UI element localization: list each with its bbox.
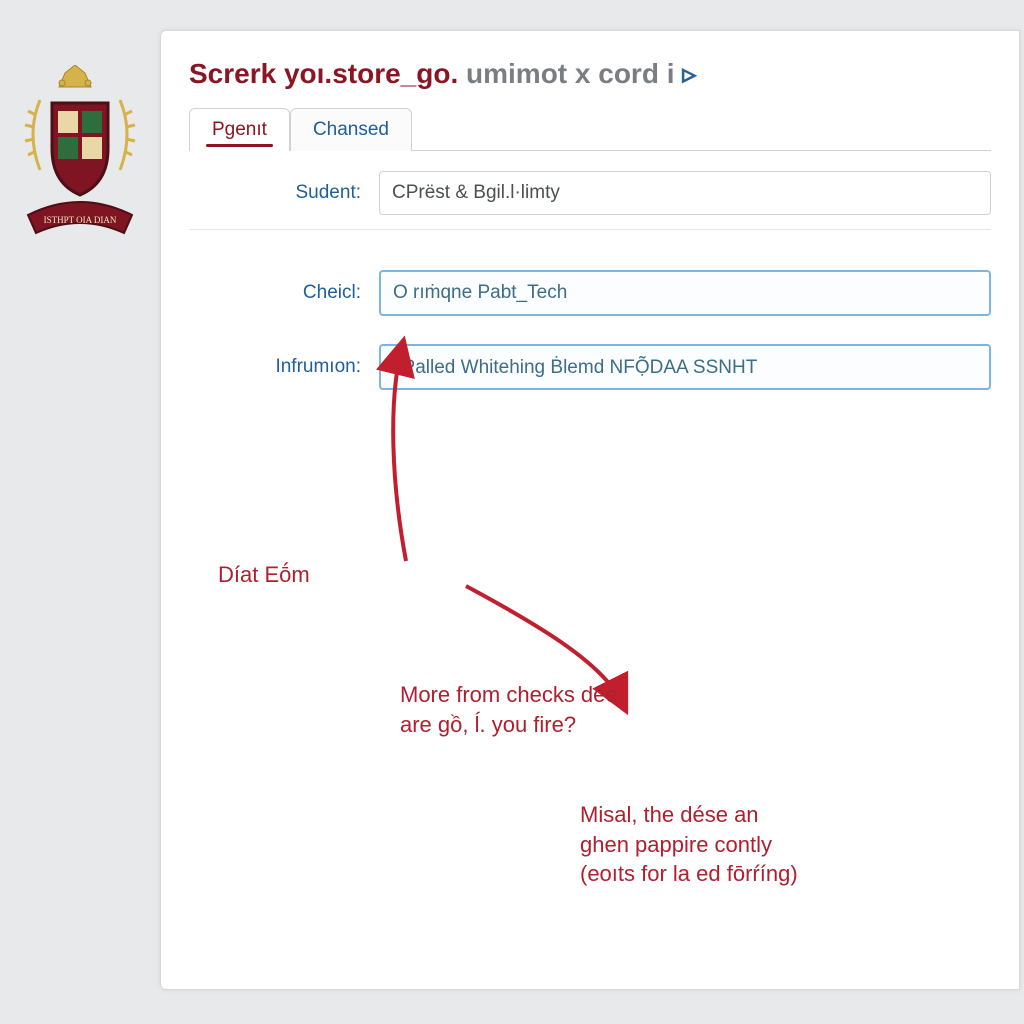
tab-pgenit[interactable]: Pgenıt (189, 108, 290, 151)
row-sudent: Sudent: (189, 157, 991, 230)
input-sudent[interactable] (379, 171, 991, 215)
row-cheicl: Cheicl: (189, 256, 991, 330)
main-panel: Screrk yoı.store_go. umimot x cord i ▹ P… (160, 30, 1020, 990)
chevron-right-icon: ▹ (682, 58, 696, 89)
input-infrumion[interactable] (379, 344, 991, 390)
input-cheicl[interactable] (379, 270, 991, 316)
tab-bar: Pgenıt Chansed (189, 108, 991, 151)
page-title-primary: Screrk yoı.store_go. (189, 58, 458, 89)
form: Sudent: Cheicl: Infrumıon: (189, 157, 991, 404)
institution-crest: ISTHPT OIA DIAN (10, 65, 150, 265)
page-title-secondary: umimot x cord i (466, 58, 674, 89)
page-title: Screrk yoı.store_go. umimot x cord i ▹ (189, 57, 991, 90)
label-sudent: Sudent: (189, 182, 379, 204)
label-cheicl: Cheicl: (189, 282, 379, 304)
crest-banner-text: ISTHPT OIA DIAN (44, 215, 117, 225)
tab-bar-spacer (412, 149, 991, 151)
row-infrumion: Infrumıon: (189, 330, 991, 404)
tab-chansed[interactable]: Chansed (290, 108, 412, 151)
label-infrumion: Infrumıon: (189, 356, 379, 378)
